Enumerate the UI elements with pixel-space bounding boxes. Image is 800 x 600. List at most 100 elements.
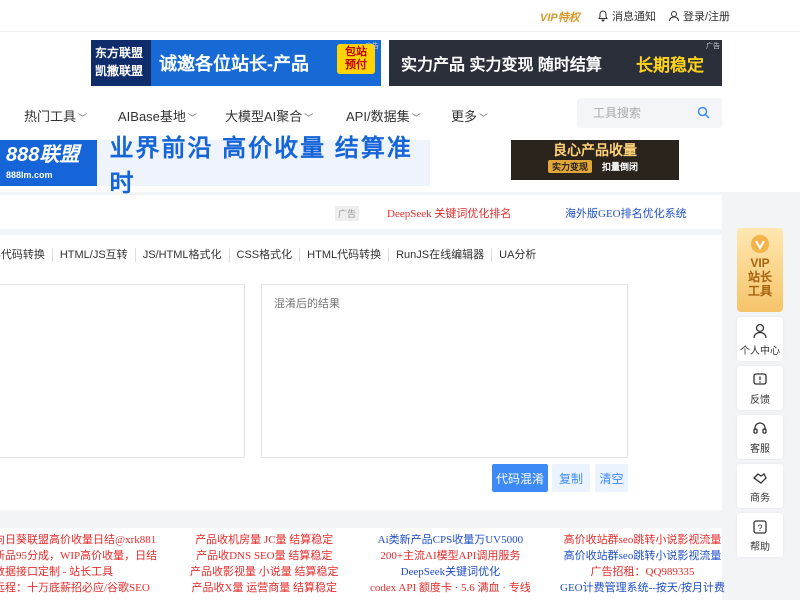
ad-banner-tag: 长期稳定 — [636, 55, 704, 75]
tab-js-html-format[interactable]: JS/HTML格式化 — [134, 248, 229, 262]
sidebar-item-business[interactable]: 商务 — [737, 464, 783, 508]
text-ad-geo[interactable]: 海外版GEO排名优化系统 — [565, 205, 687, 221]
ad-banner-main-text: 诚邀各位站长-产品 — [159, 54, 309, 74]
sidebar-item-feedback[interactable]: 反馈 — [737, 366, 783, 410]
sidebar-item-label: 帮助 — [750, 542, 770, 553]
bell-icon — [598, 10, 608, 22]
footer-ad-link[interactable]: 200+主流AI模型API调用服务 — [370, 548, 531, 564]
footer-ad-link[interactable]: GEO计费管理系统--按天/按月计费 — [560, 580, 725, 596]
user-icon — [669, 11, 679, 22]
footer-ad-col-4: 高价收站群seo跳转小说影视流量 高价收站群seo跳转小说影视流量 广告招租：Q… — [560, 532, 725, 596]
footer-ad-link[interactable]: 新品95分成，WIP高价收量，日结 — [0, 548, 157, 564]
tab-js-convert[interactable]: JS代码转换 — [0, 248, 52, 262]
chevron-down-icon: ﹀ — [78, 113, 88, 123]
sidebar-item-label: 客服 — [750, 444, 770, 455]
ad-left-line2: 凯撒联盟 — [95, 64, 144, 78]
footer-ad-link[interactable]: codex API 额度卡 · 5.6 满血 · 专线 — [370, 580, 531, 596]
tool-search — [577, 98, 722, 128]
login-register-link[interactable]: 登录/注册 — [668, 8, 730, 24]
tool-search-input[interactable] — [577, 98, 687, 128]
sidebar-item-label: 反馈 — [750, 395, 770, 406]
footer-ad-link[interactable]: 产品收X量 运营商量 结算稳定 — [190, 580, 339, 596]
search-icon[interactable] — [697, 106, 710, 119]
svg-text:?: ? — [757, 523, 762, 533]
sidebar-item-label: 商务 — [750, 493, 770, 504]
ad-label: 广告 — [335, 206, 360, 221]
footer-ad-grid: 向日葵联盟高价收量日结@xrk881 新品95分成，WIP高价收量，日结 数据接… — [0, 528, 725, 600]
nav-item-label: 大模型AI聚合 — [225, 109, 303, 124]
headset-icon — [753, 422, 767, 434]
nav-item-api-datasets[interactable]: API/数据集 ﹀ — [346, 106, 421, 125]
ad-888-slogan: 业界前沿 高价收量 结算准时 — [109, 135, 413, 197]
help-icon: ? — [753, 520, 767, 534]
nav-item-label: AIBase基地 — [118, 109, 186, 124]
footer-ad-link[interactable]: 产品收DNS SEO量 结算稳定 — [190, 548, 339, 564]
crown-icon — [751, 235, 769, 253]
tool-tabs: JS代码转换 HTML/JS互转 JS/HTML格式化 CSS格式化 HTML代… — [0, 247, 543, 263]
footer-ad-link[interactable]: 广告招租：QQ989335 — [560, 564, 725, 580]
floating-sidebar: VIP 站长 工具 个人中心 反馈 客服 商务 ? 帮助 — [737, 228, 783, 557]
ad-888-logo: 888联盟 888lm.com — [0, 140, 98, 186]
ad-quality-tag2: 扣量倒闭 — [602, 162, 639, 172]
footer-ad-col-3: Ai类新产品CPS收量万UV5000 200+主流AI模型API调用服务 Dee… — [370, 532, 531, 596]
footer-ad-link[interactable]: 数据接口定制 - 站长工具 — [0, 564, 157, 580]
sidebar-item-label: 个人中心 — [740, 346, 780, 357]
ad-banner-quality[interactable]: 良心产品收量 实力变现 扣量倒闭 — [511, 140, 679, 180]
sidebar-item-support[interactable]: 客服 — [737, 415, 783, 459]
chevron-down-icon: ﹀ — [479, 113, 489, 123]
top-bar: VIP特权 消息通知 登录/注册 — [0, 0, 800, 32]
vip-badge-line2: 站长 — [747, 270, 772, 284]
obfuscate-button[interactable]: 代码混淆 — [492, 464, 548, 492]
feedback-icon — [753, 373, 767, 385]
ad-quality-title: 良心产品收量 — [553, 142, 637, 158]
text-ad-row: 广告 DeepSeek 关键词优化排名 海外版GEO排名优化系统 — [0, 195, 722, 229]
nav-item-more[interactable]: 更多 ﹀ — [451, 106, 488, 125]
obfuscated-output-area[interactable] — [261, 284, 628, 458]
footer-ad-link[interactable]: 远程：十万底薪招必应/谷歌SEO — [0, 580, 157, 596]
notifications-label: 消息通知 — [612, 11, 656, 23]
sidebar-item-user-center[interactable]: 个人中心 — [737, 317, 783, 361]
chevron-down-icon: ﹀ — [304, 113, 314, 123]
notifications-link[interactable]: 消息通知 — [597, 8, 656, 24]
ad-label: 广告 — [365, 43, 379, 50]
sidebar-item-help[interactable]: ? 帮助 — [737, 513, 783, 557]
ad-banner-strength[interactable]: 实力产品 实力变现 随时结算 长期稳定 广告 — [389, 40, 722, 86]
nav-item-label: 更多 — [451, 109, 478, 124]
footer-ad-link[interactable]: 向日葵联盟高价收量日结@xrk881 — [0, 532, 157, 548]
footer-ad-link[interactable]: 产品收影视量 小说量 结算稳定 — [190, 564, 339, 580]
tab-html-convert[interactable]: HTML代码转换 — [299, 248, 388, 262]
footer-ad-link[interactable]: 高价收站群seo跳转小说影视流量 — [560, 532, 725, 548]
user-icon — [753, 323, 767, 339]
vip-badge-line3: 工具 — [747, 284, 772, 298]
nav-item-aibase[interactable]: AIBase基地 ﹀ — [118, 106, 197, 125]
footer-ad-link[interactable]: Ai类新产品CPS收量万UV5000 — [370, 532, 531, 548]
footer-ad-link[interactable]: 产品收机房量 JC量 结算稳定 — [190, 532, 339, 548]
vip-privilege-link[interactable]: VIP特权 — [540, 9, 580, 25]
ad-888-logo-text: 888联盟 — [6, 144, 80, 166]
footer-ad-link[interactable]: 高价收站群seo跳转小说影视流量 — [560, 548, 725, 564]
code-input-area[interactable] — [0, 284, 245, 458]
vip-tools-badge[interactable]: VIP 站长 工具 — [737, 228, 783, 312]
tab-css-format[interactable]: CSS格式化 — [228, 248, 300, 262]
tab-ua[interactable]: UA分析 — [491, 248, 543, 262]
tab-runjs[interactable]: RunJS在线编辑器 — [388, 248, 491, 262]
ad-label: 广告 — [706, 43, 720, 50]
clear-button[interactable]: 清空 — [595, 464, 628, 492]
ad-left-line1: 东方联盟 — [95, 46, 144, 60]
ad-888-domain: 888lm.com — [6, 170, 53, 180]
nav-item-ai-models[interactable]: 大模型AI聚合 ﹀ — [225, 106, 313, 125]
ad-banner-888[interactable]: 888联盟 888lm.com 业界前沿 高价收量 结算准时 — [0, 135, 430, 197]
copy-button[interactable]: 复制 — [552, 464, 590, 492]
mid-ad-row: 888联盟 888lm.com 业界前沿 高价收量 结算准时 良心产品收量 实力… — [0, 135, 800, 197]
top-ad-row: 东方联盟 凯撒联盟 诚邀各位站长-产品 包站预付 广告 实力产品 实力变现 随时… — [0, 32, 800, 92]
ad-banner-dongfang[interactable]: 东方联盟 凯撒联盟 诚邀各位站长-产品 包站预付 广告 — [91, 40, 381, 86]
footer-ad-col-2: 产品收机房量 JC量 结算稳定 产品收DNS SEO量 结算稳定 产品收影视量 … — [190, 532, 339, 596]
footer-ad-link[interactable]: DeepSeek关键词优化 — [370, 564, 531, 580]
tool-panel: JS代码转换 HTML/JS互转 JS/HTML格式化 CSS格式化 HTML代… — [0, 235, 722, 510]
chevron-down-icon: ﹀ — [187, 113, 197, 123]
nav-item-hot-tools[interactable]: 热门工具 ﹀ — [24, 106, 87, 125]
vip-badge-line1: VIP — [750, 256, 770, 270]
text-ad-deepseek[interactable]: DeepSeek 关键词优化排名 — [387, 205, 511, 221]
tab-html-js[interactable]: HTML/JS互转 — [51, 248, 135, 262]
handshake-icon — [752, 473, 767, 484]
